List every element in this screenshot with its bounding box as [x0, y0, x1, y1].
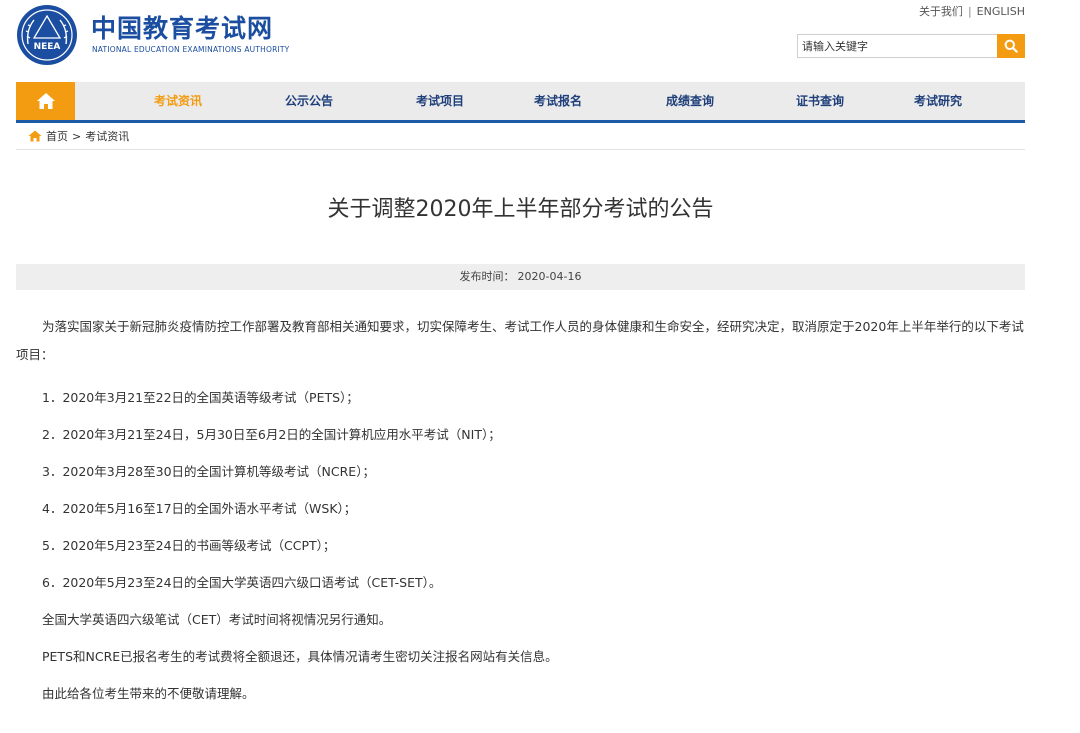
- exam-item: 3．2020年3月28至30日的全国计算机等级考试（NCRE）；: [42, 464, 375, 479]
- nav-home-button[interactable]: [16, 82, 75, 120]
- exam-item: 2．2020年3月21至24日，5月30日至6月2日的全国计算机应用水平考试（N…: [42, 427, 501, 442]
- nav-item-certificate-query[interactable]: 证书查询: [796, 82, 844, 120]
- breadcrumb-separator: >: [72, 129, 82, 143]
- article-lead-paragraph: 为落实国家关于新冠肺炎疫情防控工作部署及教育部相关通知要求，切实保障考生、考试工…: [16, 319, 1024, 362]
- breadcrumb-current[interactable]: 考试资讯: [85, 128, 129, 144]
- nav-item-exam-projects[interactable]: 考试项目: [416, 82, 464, 120]
- site-logo-title[interactable]: 中国教育考试网: [91, 15, 273, 43]
- top-links: 关于我们 | ENGLISH: [919, 3, 1025, 19]
- search-button[interactable]: [997, 34, 1025, 58]
- article-note: 全国大学英语四六级笔试（CET）考试时间将视情况另行通知。: [42, 612, 392, 627]
- publish-label: 发布时间：: [459, 270, 515, 283]
- publish-date: 2020-04-16: [517, 270, 582, 283]
- exam-item: 6．2020年5月23至24日的全国大学英语四六级口语考试（CET-SET）。: [42, 575, 442, 590]
- exam-item: 4．2020年5月16至17日的全国外语水平考试（WSK）；: [42, 501, 357, 516]
- nav-item-exam-research[interactable]: 考试研究: [914, 82, 962, 120]
- nav-item-score-query[interactable]: 成绩查询: [666, 82, 714, 120]
- page: NEEA 中国教育考试网 NATIONAL EDUCATION EXAMINAT…: [16, 0, 1025, 712]
- neea-emblem-icon[interactable]: NEEA: [16, 4, 78, 66]
- english-link[interactable]: ENGLISH: [977, 5, 1025, 18]
- main-nav: 考试资讯 公示公告 考试项目 考试报名 成绩查询 证书查询 考试研究: [16, 82, 1025, 123]
- article-body: 为落实国家关于新冠肺炎疫情防控工作部署及教育部相关通知要求，切实保障考生、考试工…: [16, 313, 1025, 712]
- nav-item-exam-registration[interactable]: 考试报名: [534, 82, 582, 120]
- publish-info: 发布时间： 2020-04-16: [16, 264, 1025, 290]
- about-us-link[interactable]: 关于我们: [919, 5, 963, 18]
- top-links-separator: |: [967, 5, 972, 18]
- site-header: NEEA 中国教育考试网 NATIONAL EDUCATION EXAMINAT…: [16, 0, 1025, 82]
- exam-item: 5．2020年5月23至24日的书画等级考试（CCPT）；: [42, 538, 336, 553]
- site-logo-subtitle: NATIONAL EDUCATION EXAMINATIONS AUTHORIT…: [92, 45, 290, 54]
- search-icon: [1004, 39, 1018, 53]
- article-title: 关于调整2020年上半年部分考试的公告: [327, 197, 714, 222]
- emblem-text: NEEA: [34, 42, 61, 52]
- breadcrumb-home-link[interactable]: 首页: [46, 128, 68, 144]
- search-input[interactable]: [798, 35, 996, 58]
- exam-item: 1．2020年3月21至22日的全国英语等级考试（PETS）；: [42, 390, 359, 405]
- nav-item-exam-news[interactable]: 考试资讯: [154, 82, 202, 120]
- article-note: 由此给各位考生带来的不便敬请理解。: [42, 686, 255, 701]
- article-note: PETS和NCRE已报名考生的考试费将全额退还，具体情况请考生密切关注报名网站有…: [42, 649, 558, 664]
- home-icon: [36, 93, 55, 109]
- breadcrumb: 首页 > 考试资讯: [16, 123, 1025, 150]
- nav-item-announcements[interactable]: 公示公告: [285, 82, 333, 120]
- breadcrumb-home-icon: [28, 130, 42, 142]
- search-box: [797, 34, 1025, 58]
